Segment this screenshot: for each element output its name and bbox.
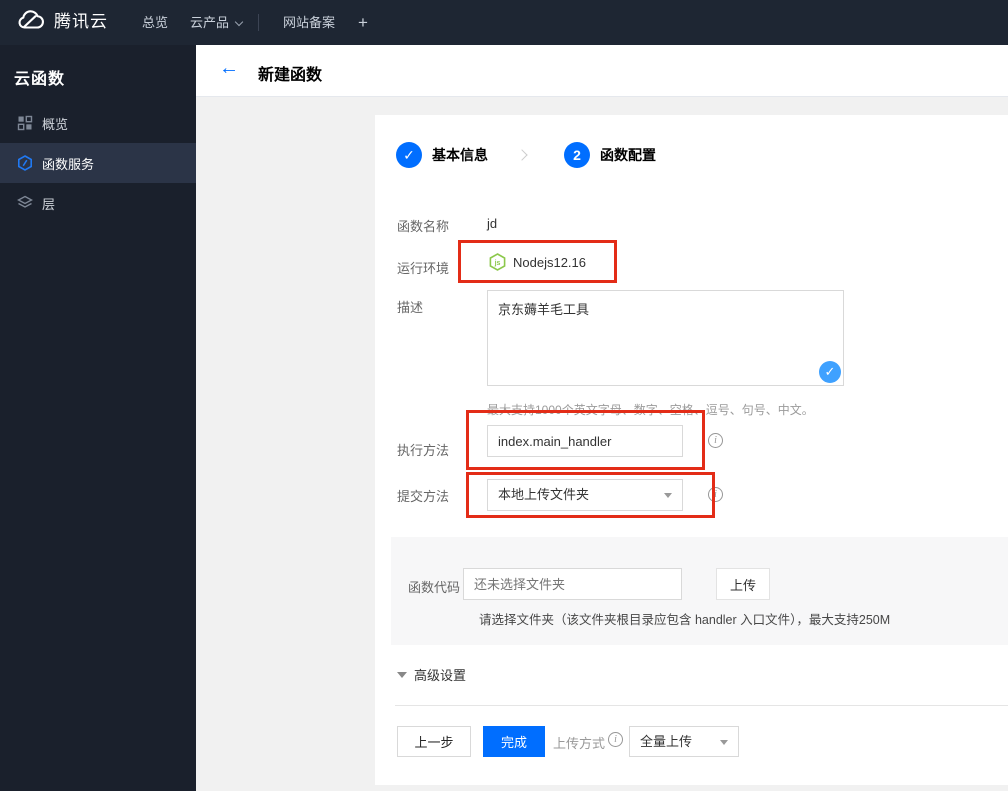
- sidebar-item-label: 概览: [42, 116, 69, 132]
- sidebar-item-layers[interactable]: 层: [0, 183, 196, 223]
- step1-done-check-icon: ✓: [396, 142, 422, 168]
- back-arrow-icon[interactable]: ←: [219, 57, 239, 80]
- chevron-down-icon: [234, 17, 244, 27]
- runtime-value: Nodejs12.16: [513, 254, 586, 270]
- nav-item-cloud-products[interactable]: 云产品: [190, 0, 244, 45]
- step1-label: 基本信息: [432, 147, 488, 163]
- upload-mode-value: 全量上传: [640, 734, 693, 749]
- upload-button[interactable]: 上传: [716, 568, 770, 600]
- nav-item-icp[interactable]: 网站备案: [283, 0, 335, 45]
- create-function-card: ✓ 基本信息 2 函数配置 函数名称 jd 运行环境 js Nodejs12.1…: [375, 115, 1008, 785]
- description-textarea[interactable]: 京东薅羊毛工具: [487, 290, 844, 386]
- upload-mode-select[interactable]: 全量上传: [629, 726, 739, 757]
- step2-label: 函数配置: [600, 147, 656, 163]
- previous-step-button[interactable]: 上一步: [397, 726, 471, 757]
- function-code-label: 函数代码*: [408, 577, 468, 596]
- tencent-cloud-console: 腾讯云 总览 云产品 网站备案 + 云函数 概览 函数服务 层 ← 新建函数 ✓…: [0, 0, 1008, 791]
- description-hint: 最大支持1000个英文字母、数字、空格、逗号、句号、中文。: [487, 403, 814, 417]
- description-label: 描述: [397, 300, 424, 315]
- finish-button[interactable]: 完成: [483, 726, 545, 757]
- submit-method-value: 本地上传文件夹: [498, 487, 590, 502]
- sidebar-item-label: 层: [42, 196, 56, 212]
- top-navbar: 腾讯云 总览 云产品 网站备案 +: [0, 0, 1008, 45]
- step2-number: 2: [564, 142, 590, 168]
- sidebar-title: 云函数: [14, 71, 66, 88]
- caret-down-icon: [720, 740, 728, 745]
- svg-text:js: js: [494, 260, 501, 267]
- sidebar-item-label: 函数服务: [42, 156, 95, 172]
- description-valid-check-icon: ✓: [819, 361, 841, 383]
- nav-divider: [258, 14, 259, 31]
- step-separator-chevron-icon: [516, 149, 528, 161]
- upload-mode-label: 上传方式: [553, 736, 606, 751]
- submit-method-select[interactable]: 本地上传文件夹: [487, 479, 683, 511]
- step-indicator: ✓ 基本信息 2 函数配置: [396, 142, 656, 168]
- page-title: 新建函数: [258, 67, 323, 84]
- handler-info-icon[interactable]: i: [708, 433, 723, 448]
- runtime-label: 运行环境: [397, 261, 450, 276]
- content-header: ← 新建函数: [196, 45, 1008, 97]
- folder-path-input[interactable]: [463, 568, 682, 600]
- submit-method-info-icon[interactable]: i: [708, 487, 723, 502]
- triangle-down-icon: [397, 671, 407, 678]
- sidebar-menu: 概览 函数服务 层: [0, 103, 196, 223]
- advanced-settings-label: 高级设置: [414, 668, 467, 683]
- nav-add-tab-button[interactable]: +: [358, 0, 368, 45]
- function-code-section: 函数代码* 上传 请选择文件夹（该文件夹根目录应包含 handler 入口文件）…: [391, 537, 1008, 645]
- handler-label: 执行方法: [397, 443, 450, 458]
- cloud-logo-icon: [18, 9, 44, 29]
- nav-item-overview[interactable]: 总览: [142, 0, 168, 45]
- grid-icon: [17, 115, 33, 131]
- brand-name: 腾讯云: [54, 12, 108, 31]
- function-code-hint: 请选择文件夹（该文件夹根目录应包含 handler 入口文件），最大支持250M: [479, 613, 891, 627]
- runtime-value-row: js Nodejs12.16: [489, 253, 586, 271]
- sidebar-item-function-service[interactable]: 函数服务: [0, 143, 196, 183]
- submit-method-label: 提交方法: [397, 489, 450, 504]
- upload-mode-info-icon[interactable]: i: [608, 732, 623, 747]
- function-hexagon-icon: [17, 155, 33, 171]
- caret-down-icon: [664, 493, 672, 498]
- layers-icon: [17, 195, 33, 211]
- nodejs-icon: js: [489, 253, 506, 271]
- footer-divider: [395, 705, 1008, 706]
- advanced-settings-toggle[interactable]: 高级设置: [397, 665, 466, 684]
- sidebar: 云函数 概览 函数服务 层: [0, 45, 196, 791]
- function-name-value: jd: [487, 216, 498, 231]
- sidebar-item-overview[interactable]: 概览: [0, 103, 196, 143]
- tencent-cloud-logo[interactable]: 腾讯云: [14, 7, 108, 32]
- handler-input[interactable]: [487, 425, 683, 457]
- function-name-label: 函数名称: [397, 219, 450, 234]
